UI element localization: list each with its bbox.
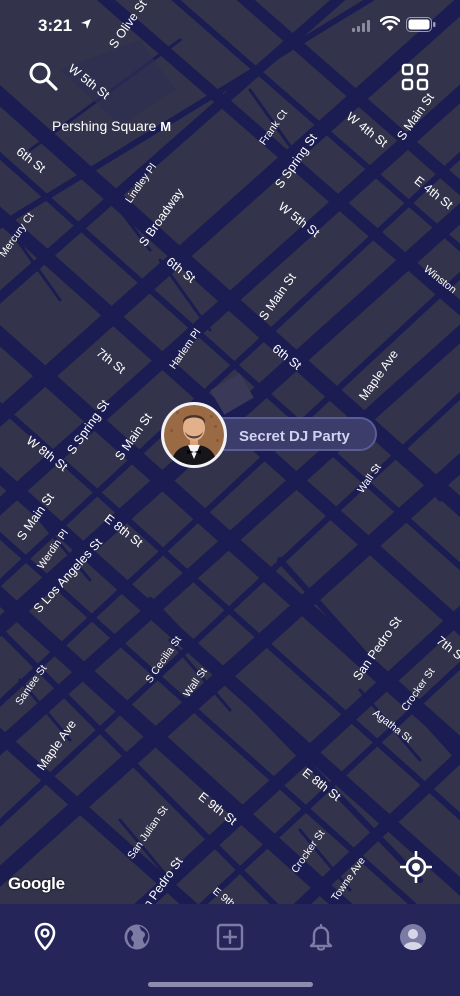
location-arrow-icon (81, 19, 91, 29)
plus-square-icon (216, 923, 244, 951)
poi-label-pershing-square[interactable]: Pershing Square M (52, 118, 171, 134)
search-button[interactable] (27, 60, 59, 97)
location-pin-icon (34, 922, 56, 951)
tab-notifications[interactable] (298, 914, 344, 960)
map-attribution: Google (8, 874, 65, 893)
event-host-avatar[interactable] (161, 402, 227, 468)
cellular-signal-icon (352, 20, 370, 32)
crosshair-icon (399, 850, 433, 884)
event-title: Secret DJ Party (239, 428, 350, 445)
street-network (0, 0, 460, 996)
grid-view-button[interactable] (400, 62, 430, 97)
recenter-location-button[interactable] (399, 850, 433, 888)
tab-explore[interactable] (114, 914, 160, 960)
event-marker[interactable]: Secret DJ Party (161, 402, 381, 470)
tab-map[interactable] (22, 914, 68, 960)
home-indicator (148, 982, 313, 987)
person-in-tuxedo-icon (164, 405, 224, 465)
bell-icon (309, 923, 333, 951)
status-bar: 3:21 (0, 0, 460, 50)
status-time: 3:21 (38, 16, 73, 35)
grid-icon (401, 63, 429, 91)
globe-icon (124, 924, 150, 950)
poi-name: Pershing Square (52, 118, 157, 134)
tab-create[interactable] (207, 914, 253, 960)
wifi-icon (380, 16, 400, 31)
map-canvas[interactable] (0, 0, 460, 996)
metro-icon: M (160, 119, 172, 134)
battery-icon (406, 17, 436, 32)
search-icon (29, 62, 58, 91)
profile-avatar-icon (400, 924, 426, 950)
tab-profile[interactable] (390, 914, 436, 960)
